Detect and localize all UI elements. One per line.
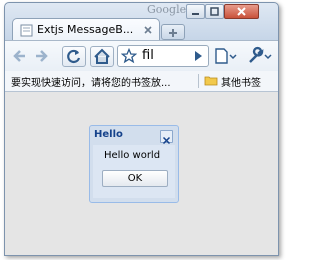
- home-button[interactable]: [90, 46, 114, 67]
- browser-tab[interactable]: Extjs MessageB...: [12, 18, 160, 41]
- tab-close-icon[interactable]: [143, 25, 153, 35]
- bookmarks-separator: [198, 74, 199, 88]
- dialog-close-button[interactable]: [160, 130, 173, 145]
- close-window-button[interactable]: [224, 4, 259, 19]
- message-box: Hello Hello world OK: [89, 125, 179, 203]
- new-tab-icon: [169, 29, 177, 37]
- star-icon[interactable]: [121, 48, 137, 64]
- reload-icon: [67, 49, 81, 64]
- maximize-button[interactable]: [205, 4, 224, 19]
- maximize-icon: [210, 7, 219, 16]
- page-content: Hello Hello world OK: [5, 92, 278, 255]
- address-bar[interactable]: fil: [117, 45, 209, 67]
- address-text: fil: [142, 48, 154, 63]
- bookmarks-prompt: 要实现快速访问，请将您的书签放...: [11, 78, 171, 89]
- reload-button[interactable]: [62, 46, 86, 67]
- window-corner-text: Google: [147, 3, 187, 16]
- minimize-button[interactable]: [186, 4, 205, 19]
- ok-button[interactable]: OK: [102, 170, 168, 187]
- go-icon[interactable]: [190, 48, 206, 64]
- wrench-icon[interactable]: [245, 46, 273, 66]
- navigation-toolbar: fil: [5, 40, 278, 71]
- new-tab-button[interactable]: [161, 24, 185, 40]
- dialog-body: Hello world OK: [93, 145, 175, 198]
- favicon-icon: [20, 24, 33, 37]
- dialog-title: Hello: [94, 129, 123, 140]
- minimize-icon: [192, 13, 199, 15]
- folder-icon[interactable]: [204, 75, 218, 86]
- browser-window: Google Extjs MessageB... fil 要实现快速访问，请将您…: [4, 2, 279, 256]
- dialog-message: Hello world: [104, 150, 161, 161]
- home-icon: [94, 48, 110, 64]
- forward-icon[interactable]: [32, 46, 52, 66]
- bookmarks-bar: 要实现快速访问，请将您的书签放... 其他书签: [5, 71, 278, 92]
- close-icon: [237, 7, 246, 16]
- page-menu-icon[interactable]: [212, 46, 238, 66]
- other-bookmarks-link[interactable]: 其他书签: [221, 74, 261, 89]
- tab-title: Extjs MessageB...: [37, 23, 134, 36]
- back-icon[interactable]: [10, 46, 32, 66]
